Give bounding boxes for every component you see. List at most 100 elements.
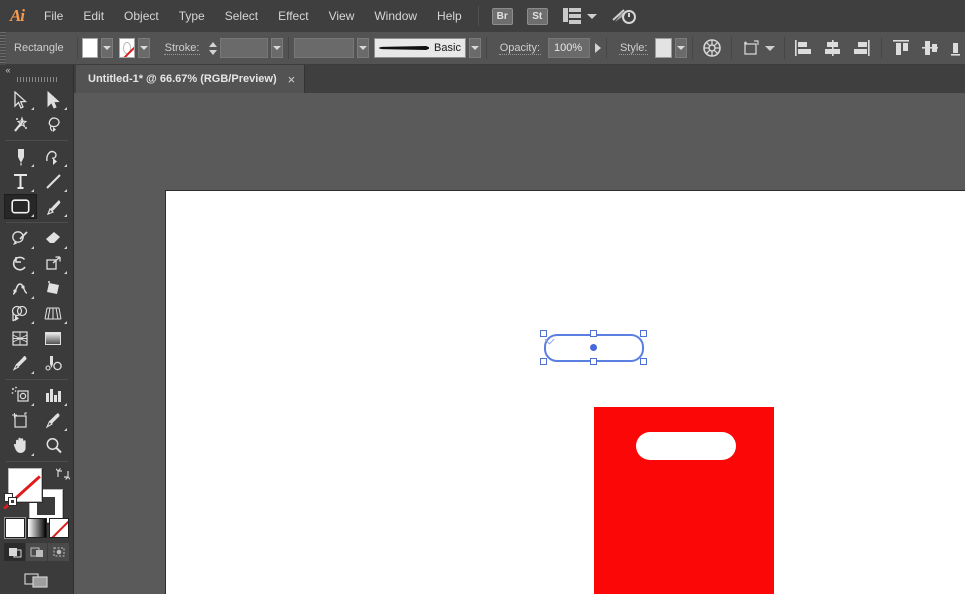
scale-tool[interactable] [37, 251, 70, 276]
handle-bottom-left[interactable] [540, 358, 547, 365]
gradient-tool[interactable] [37, 326, 70, 351]
shaper-tool[interactable] [4, 226, 37, 251]
swap-fill-stroke-icon[interactable] [56, 467, 70, 486]
divider [77, 37, 78, 59]
bridge-button[interactable]: Br [492, 8, 513, 25]
line-segment-tool[interactable] [37, 169, 70, 194]
symbol-sprayer-tool[interactable] [4, 383, 37, 408]
draw-behind-button[interactable] [26, 543, 47, 561]
stock-button[interactable]: St [527, 8, 548, 25]
recolor-artwork-icon[interactable] [702, 38, 722, 58]
chevron-down-icon [587, 14, 597, 19]
default-fill-stroke-icon[interactable] [4, 493, 18, 512]
align-horizontal-center-icon[interactable] [823, 39, 842, 57]
paintbrush-tool[interactable] [37, 194, 70, 219]
shape-builder-tool[interactable] [4, 301, 37, 326]
curvature-tool[interactable] [37, 144, 70, 169]
fill-dropdown-button[interactable] [101, 38, 113, 58]
menu-help[interactable]: Help [427, 0, 472, 32]
graphic-style-dropdown-button[interactable] [675, 38, 687, 58]
handle-top-center[interactable] [590, 330, 597, 337]
handle-top-left[interactable] [540, 330, 547, 337]
tool-group-selection [4, 87, 70, 137]
slice-tool[interactable] [37, 408, 70, 433]
width-tool[interactable] [4, 276, 37, 301]
selection-bounding-box [544, 334, 644, 362]
divider [731, 37, 732, 59]
menu-view[interactable]: View [319, 0, 365, 32]
brush-stroke-icon [379, 46, 429, 50]
menu-object[interactable]: Object [114, 0, 169, 32]
graphic-style-swatch[interactable] [655, 38, 672, 58]
type-tool[interactable] [4, 169, 37, 194]
document-tab[interactable]: Untitled-1* @ 66.67% (RGB/Preview) × [76, 65, 305, 93]
menu-file[interactable]: File [34, 0, 73, 32]
blend-tool[interactable] [37, 351, 70, 376]
menu-edit[interactable]: Edit [73, 0, 114, 32]
zoom-tool[interactable] [37, 433, 70, 458]
handle-bottom-center[interactable] [590, 358, 597, 365]
transform-icon[interactable] [741, 38, 775, 58]
artboard[interactable] [166, 191, 965, 594]
artboard-tool[interactable] [4, 408, 37, 433]
workspace-switcher-icon[interactable] [563, 8, 597, 24]
handle-bottom-right[interactable] [640, 358, 647, 365]
change-screen-mode-button[interactable] [24, 571, 50, 594]
handle-middle-right[interactable] [640, 330, 647, 337]
style-label: Style: [619, 42, 649, 55]
width-profile-select[interactable] [294, 38, 354, 58]
tools-panel-grip[interactable] [17, 77, 57, 82]
eyedropper-tool[interactable] [4, 351, 37, 376]
search-adobe-stock-icon[interactable] [611, 6, 637, 26]
red-rectangle-shape[interactable] [594, 407, 774, 594]
direct-selection-tool[interactable] [37, 87, 70, 112]
control-panel: Rectangle Stroke: Basic Opacity: 100 [0, 32, 965, 65]
collapse-tools-button[interactable]: « [0, 65, 74, 75]
brush-definition-dropdown-button[interactable] [469, 38, 481, 58]
rectangle-tool[interactable] [4, 194, 37, 219]
close-icon[interactable]: × [288, 73, 296, 86]
fill-swatch[interactable] [82, 38, 97, 58]
canvas-area[interactable] [74, 93, 965, 594]
gradient-button[interactable] [27, 518, 47, 538]
column-graph-tool[interactable] [37, 383, 70, 408]
eraser-tool[interactable] [37, 226, 70, 251]
none-button[interactable] [49, 518, 69, 538]
draw-normal-button[interactable] [4, 543, 25, 561]
menu-effect[interactable]: Effect [268, 0, 318, 32]
menu-window[interactable]: Window [364, 0, 427, 32]
align-bottom-icon[interactable] [950, 39, 960, 57]
opacity-options-icon[interactable] [595, 43, 601, 53]
brush-definition-select[interactable]: Basic [374, 38, 466, 58]
color-button[interactable] [5, 518, 25, 538]
free-transform-tool[interactable] [37, 276, 70, 301]
menu-bar: Ai File Edit Object Type Select Effect V… [0, 0, 965, 32]
divider [606, 37, 607, 59]
perspective-grid-tool[interactable] [37, 301, 70, 326]
draw-inside-button[interactable] [48, 543, 69, 561]
opacity-input[interactable]: 100% [548, 38, 590, 58]
pen-tool[interactable] [4, 144, 37, 169]
stroke-weight-dropdown-button[interactable] [271, 38, 283, 58]
align-vertical-center-icon[interactable] [921, 39, 940, 57]
align-right-icon[interactable] [852, 39, 871, 57]
selection-tool[interactable] [4, 87, 37, 112]
tool-group-drawing [4, 144, 70, 219]
white-rounded-rectangle-shape[interactable] [636, 432, 736, 460]
stroke-weight-stepper[interactable] [209, 38, 217, 58]
magic-wand-tool[interactable] [4, 112, 37, 137]
hand-tool[interactable] [4, 433, 37, 458]
menu-type[interactable]: Type [169, 0, 215, 32]
align-left-icon[interactable] [794, 39, 813, 57]
lasso-tool[interactable] [37, 112, 70, 137]
stroke-dropdown-button[interactable] [138, 38, 150, 58]
divider [288, 37, 289, 59]
mesh-tool[interactable] [4, 326, 37, 351]
width-profile-dropdown-button[interactable] [357, 38, 369, 58]
rotate-tool[interactable] [4, 251, 37, 276]
align-top-icon[interactable] [892, 39, 911, 57]
stroke-swatch[interactable] [119, 38, 134, 58]
menu-select[interactable]: Select [215, 0, 268, 32]
selected-object-type: Rectangle [6, 42, 72, 54]
stroke-weight-input[interactable] [220, 38, 268, 58]
